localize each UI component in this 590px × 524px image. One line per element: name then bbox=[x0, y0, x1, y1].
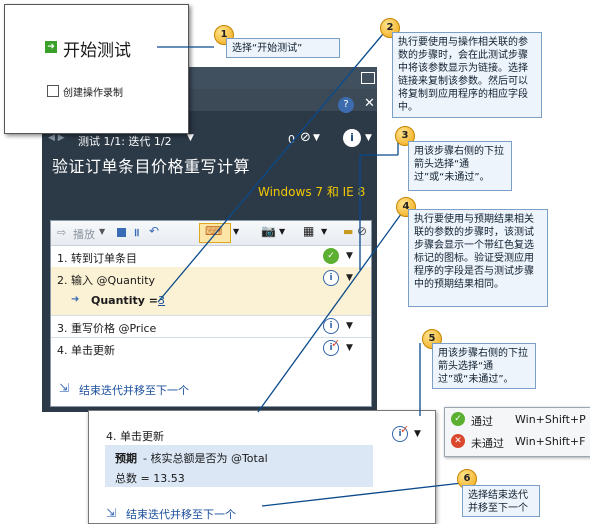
callout-parameter-link: 执行要使用与操作相关联的参数的步骤时，会在此测试步骤中将该参数显示为链接。选择链… bbox=[392, 32, 542, 118]
callout-start-test: 选择“开始测试” bbox=[226, 38, 340, 58]
callout-expected-result: 执行要使用与预期结果相关联的参数的步骤时，该测试步骤会显示一个带红色复选标记的图… bbox=[408, 209, 548, 307]
callout-pass-fail-2: 用该步骤右侧的下拉箭头选择“通过”或“未通过”。 bbox=[432, 343, 536, 389]
callout-pass-fail: 用该步骤右侧的下拉箭头选择“通过”或“未通过”。 bbox=[408, 141, 512, 191]
callout-end-iteration: 选择结束迭代并移至下一个 bbox=[462, 485, 540, 517]
